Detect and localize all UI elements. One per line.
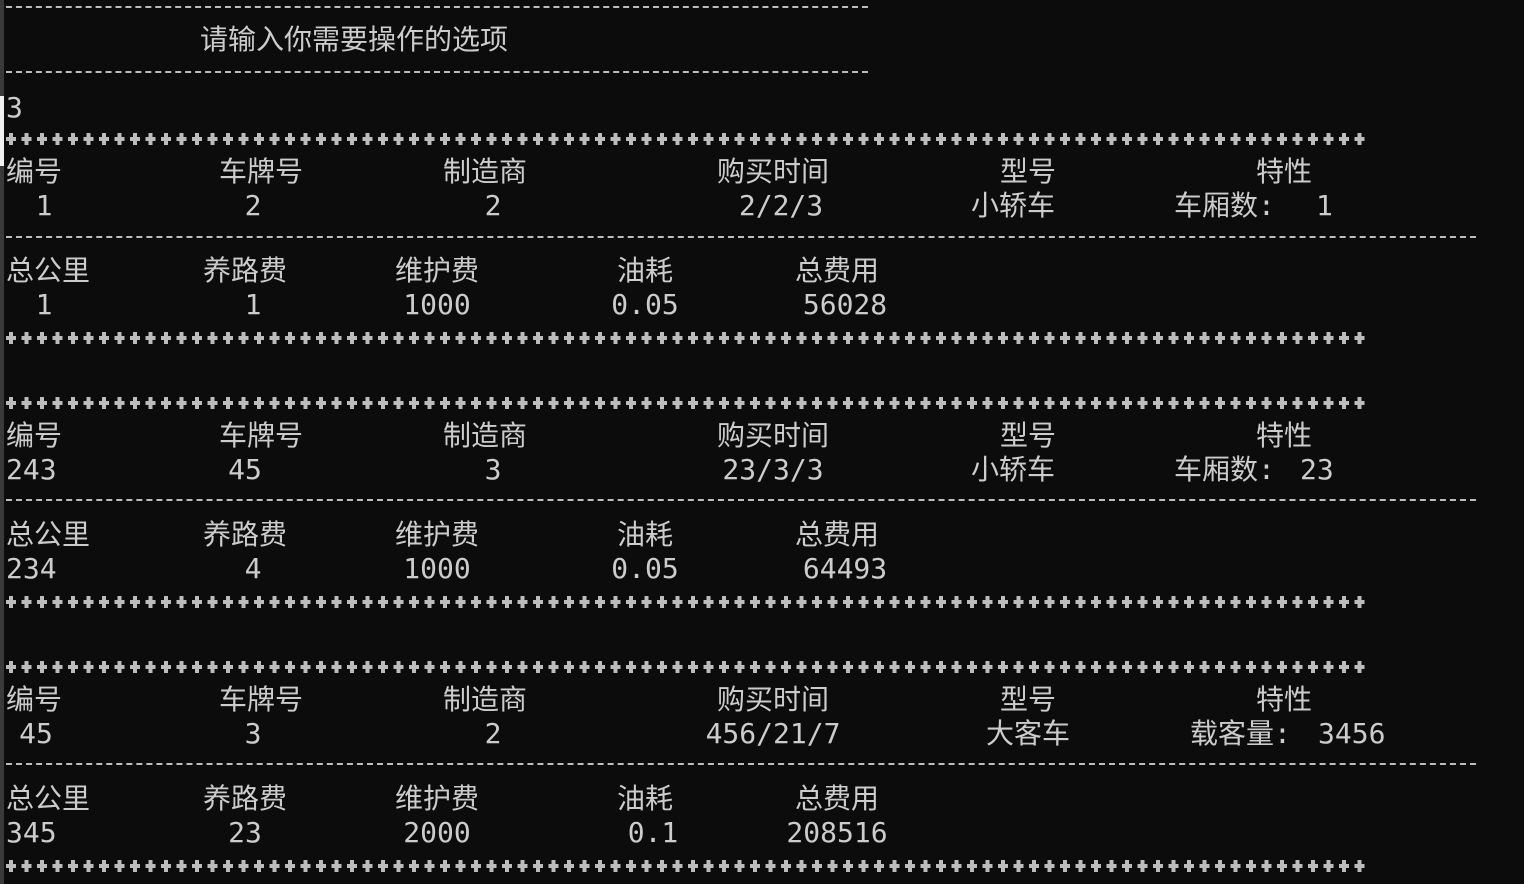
header-maint-fee: 维护费: [394, 782, 480, 815]
section-divider: [6, 763, 1476, 765]
header-plate: 车牌号: [218, 683, 304, 716]
cell-id: 1: [35, 189, 53, 222]
cell-maker: 3: [484, 453, 502, 486]
header-fuel: 油耗: [616, 782, 674, 815]
cell-km: 234: [6, 552, 57, 585]
header-date: 购买时间: [716, 155, 830, 188]
cell-maint-fee: 1000: [403, 288, 471, 321]
cell-model: 小轿车: [970, 189, 1056, 222]
header-total: 总费用: [794, 254, 880, 287]
cell-km: 345: [6, 816, 57, 849]
header-model: 型号: [999, 155, 1057, 188]
cell-maker: 2: [484, 189, 502, 222]
cell-model: 大客车: [985, 717, 1071, 750]
record-separator: [6, 395, 1366, 411]
cell-plate: 3: [244, 717, 262, 750]
header-id: 编号: [6, 155, 63, 188]
user-input: 3: [6, 91, 23, 124]
cell-id: 45: [19, 717, 53, 750]
cell-feature-label: 车厢数:: [1174, 453, 1275, 486]
header-road-fee: 养路费: [202, 518, 288, 551]
header-total: 总费用: [794, 782, 880, 815]
header-fuel: 油耗: [616, 518, 674, 551]
header-km: 总公里: [6, 518, 91, 551]
cell-feature-value: 23: [1300, 453, 1334, 486]
header-maint-fee: 维护费: [394, 518, 480, 551]
header-road-fee: 养路费: [202, 782, 288, 815]
header-total: 总费用: [794, 518, 880, 551]
cell-km: 1: [35, 288, 53, 321]
header-date: 购买时间: [716, 419, 830, 452]
cell-road-fee: 23: [228, 816, 262, 849]
prompt-rule-bottom: [6, 71, 868, 73]
cell-fuel: 0.1: [627, 816, 679, 849]
record-separator: [6, 659, 1366, 675]
header-id: 编号: [6, 683, 63, 716]
console-window[interactable]: 请输入你需要操作的选项 3 编号 车牌号 制造商 购买时间 型号 特性 1 2 …: [0, 0, 1524, 884]
cell-fuel: 0.05: [611, 552, 679, 585]
cell-feature-value: 1: [1316, 189, 1333, 222]
cell-fuel: 0.05: [611, 288, 679, 321]
header-feature: 特性: [1255, 155, 1313, 188]
cell-maint-fee: 1000: [403, 552, 471, 585]
cell-total: 64493: [802, 552, 888, 585]
cell-date: 2/2/3: [738, 189, 824, 222]
cell-model: 小轿车: [970, 453, 1056, 486]
header-km: 总公里: [6, 254, 91, 287]
cell-road-fee: 4: [244, 552, 262, 585]
header-feature: 特性: [1255, 683, 1313, 716]
record-separator: [6, 330, 1366, 346]
cell-plate: 2: [244, 189, 262, 222]
cell-total: 56028: [802, 288, 888, 321]
section-divider: [6, 236, 1476, 238]
header-maker: 制造商: [442, 683, 528, 716]
cell-feature-value: 3456: [1318, 717, 1386, 750]
cell-maker: 2: [484, 717, 502, 750]
header-id: 编号: [6, 419, 63, 452]
record-separator: [6, 131, 1366, 147]
header-road-fee: 养路费: [202, 254, 288, 287]
cell-feature-label: 载客量:: [1190, 717, 1291, 750]
header-km: 总公里: [6, 782, 91, 815]
header-maker: 制造商: [442, 419, 528, 452]
header-fuel: 油耗: [616, 254, 674, 287]
cell-id: 243: [6, 453, 57, 486]
header-feature: 特性: [1255, 419, 1313, 452]
cell-maint-fee: 2000: [403, 816, 471, 849]
cell-date: 456/21/7: [705, 717, 841, 750]
cell-date: 23/3/3: [722, 453, 824, 486]
scroll-indicator: [0, 96, 4, 166]
cell-feature-label: 车厢数:: [1174, 189, 1275, 222]
header-plate: 车牌号: [218, 419, 304, 452]
header-maker: 制造商: [442, 155, 528, 188]
header-model: 型号: [999, 419, 1057, 452]
header-date: 购买时间: [716, 683, 830, 716]
record-separator: [6, 858, 1366, 874]
section-divider: [6, 499, 1476, 501]
cell-road-fee: 1: [244, 288, 262, 321]
menu-prompt: 请输入你需要操作的选项: [200, 23, 509, 56]
prompt-rule-top: [6, 6, 868, 8]
header-plate: 车牌号: [218, 155, 304, 188]
cell-plate: 45: [228, 453, 262, 486]
record-separator: [6, 594, 1366, 610]
header-maint-fee: 维护费: [394, 254, 480, 287]
cell-total: 208516: [786, 816, 888, 849]
header-model: 型号: [999, 683, 1057, 716]
